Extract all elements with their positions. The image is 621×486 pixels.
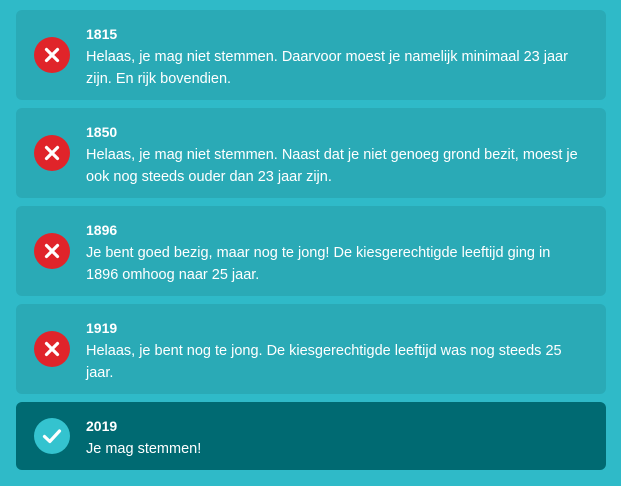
result-card-1850: 1850 Helaas, je mag niet stemmen. Naast … [16, 108, 606, 198]
close-icon [34, 233, 70, 269]
result-message: Helaas, je mag niet stemmen. Naast dat j… [86, 147, 578, 185]
result-card-1919: 1919 Helaas, je bent nog te jong. De kie… [16, 304, 606, 394]
result-card-2019: 2019 Je mag stemmen! [16, 402, 606, 470]
voting-result-list: 1815 Helaas, je mag niet stemmen. Daarvo… [16, 10, 606, 478]
close-icon [34, 331, 70, 367]
result-card-1815: 1815 Helaas, je mag niet stemmen. Daarvo… [16, 10, 606, 100]
result-card-1896: 1896 Je bent goed bezig, maar nog te jon… [16, 206, 606, 296]
result-message: Je mag stemmen! [86, 441, 202, 457]
result-message: Helaas, je mag niet stemmen. Daarvoor mo… [86, 49, 568, 87]
result-year: 1850 [86, 124, 118, 140]
result-message: Helaas, je bent nog te jong. De kiesgere… [86, 343, 562, 381]
close-icon [34, 135, 70, 171]
result-year: 1919 [86, 320, 118, 336]
result-message: Je bent goed bezig, maar nog te jong! De… [86, 245, 551, 283]
close-icon [34, 37, 70, 73]
result-year: 2019 [86, 418, 118, 434]
check-icon [34, 418, 70, 454]
result-year: 1896 [86, 222, 118, 238]
result-year: 1815 [86, 26, 118, 42]
